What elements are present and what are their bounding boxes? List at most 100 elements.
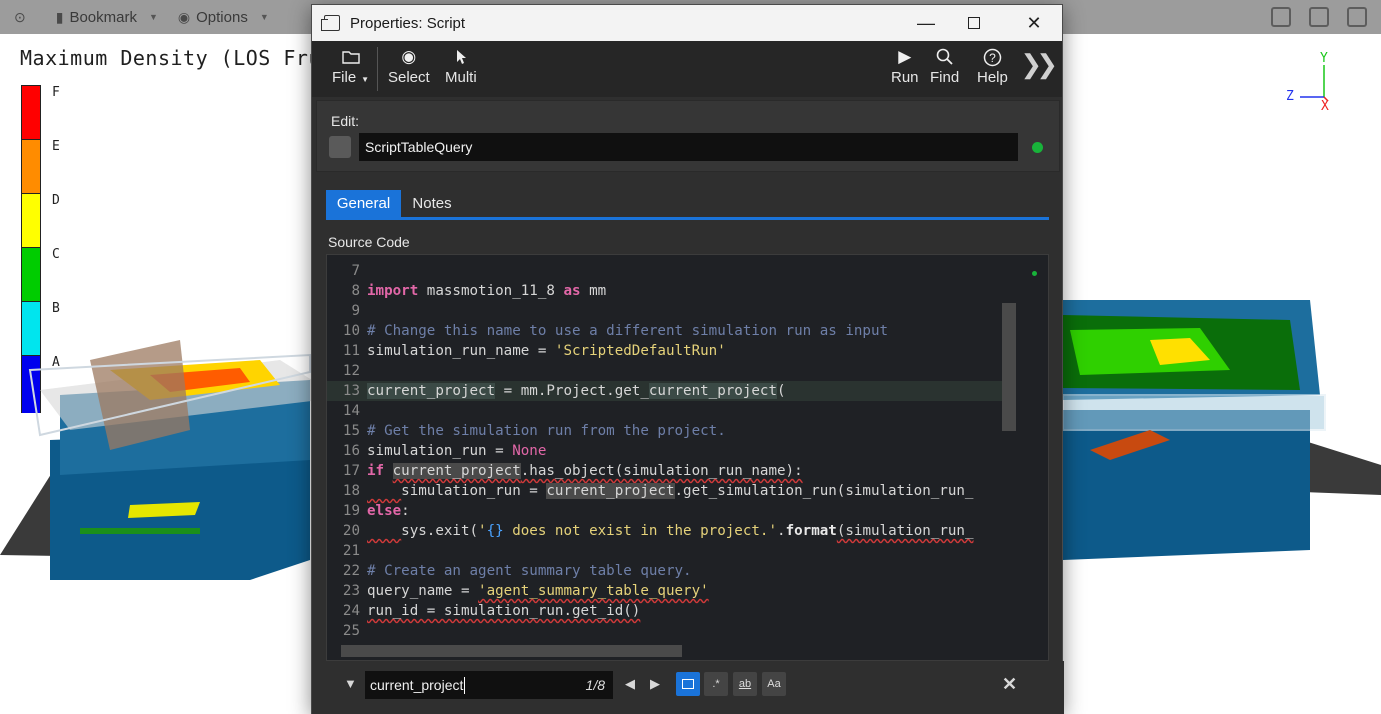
code-line: 25: [327, 621, 1003, 641]
bg-target-button[interactable]: ⊙: [14, 9, 26, 26]
line-number: 14: [342, 403, 360, 419]
line-number: 11: [342, 343, 360, 359]
bookmark-label: Bookmark: [69, 8, 137, 26]
tab-notes[interactable]: Notes: [401, 190, 463, 217]
run-label: Run: [891, 69, 919, 86]
regex-icon: .*: [712, 678, 720, 690]
status-dot: [1032, 271, 1037, 276]
tab-general[interactable]: General: [326, 190, 401, 217]
code-line: 17 if current_project.has_object(simulati…: [327, 461, 1003, 481]
code-line: 16 simulation_run = None: [327, 441, 1003, 461]
match-case-toggle[interactable]: Aa: [762, 672, 786, 696]
whole-word-icon: ab: [738, 678, 752, 690]
code-line: 24 run_id = simulation_run.get_id(): [327, 601, 1003, 621]
overflow-chevron-icon[interactable]: ❯❯: [1020, 49, 1057, 80]
tab-general-label: General: [336, 195, 391, 212]
next-match-icon[interactable]: ▶: [650, 676, 660, 692]
dialog-toolbar: File ▼ ◉ Select Multi ▶ Run Find ? Help …: [312, 41, 1062, 97]
find-button[interactable]: Find: [930, 45, 959, 86]
maximize-icon: [968, 17, 980, 29]
file-label: File: [332, 69, 357, 86]
help-button[interactable]: ? Help: [977, 45, 1008, 86]
minimize-button[interactable]: —: [900, 5, 952, 41]
tab-notes-label: Notes: [412, 195, 452, 212]
code-line: 23 query_name = 'agent_summary_table_quer…: [327, 581, 1003, 601]
select-button[interactable]: ◉ Select: [388, 45, 430, 86]
chevron-down-icon: ▼: [361, 75, 370, 84]
text-cursor: [464, 676, 466, 694]
line-number: 12: [342, 363, 360, 379]
help-icon: ?: [983, 45, 1002, 69]
layout-icon[interactable]: [1347, 7, 1367, 27]
line-number: 18: [342, 483, 360, 499]
file-menu-button[interactable]: File ▼: [332, 45, 369, 86]
previous-match-icon[interactable]: ◀: [625, 676, 635, 692]
code-line: 18 simulation_run = current_project.get_…: [327, 481, 1003, 501]
status-dot: [1032, 142, 1043, 153]
find-input[interactable]: current_project 1/8: [365, 671, 613, 699]
find-bar: ▼ current_project 1/8 ◀ ▶ .* ab Aa ✕: [312, 661, 1064, 714]
find-label: Find: [930, 69, 960, 86]
edit-label: Edit:: [331, 113, 360, 129]
close-find-icon[interactable]: ✕: [1002, 674, 1017, 695]
search-match: current_project: [392, 463, 521, 479]
code-line: 8 import massmotion_11_8 as mm: [327, 281, 1003, 301]
code-line: 7: [327, 261, 1003, 281]
maximize-button[interactable]: [948, 5, 1000, 41]
legend-band-d: [21, 193, 41, 247]
multi-label: Multi: [445, 69, 477, 86]
regex-toggle[interactable]: .*: [704, 672, 728, 696]
chevron-down-icon: ▼: [259, 12, 269, 22]
code-editor[interactable]: 7 8 import massmotion_11_8 as mm 9 10 # Ch…: [326, 254, 1049, 661]
legend-label-d: D: [52, 193, 60, 208]
code-line: 12: [327, 361, 1003, 381]
horizontal-scrollbar[interactable]: [341, 645, 682, 657]
toolbar-separator: [377, 47, 378, 91]
viewport-title: Maximum Density (LOS Fru: [20, 46, 321, 70]
select-in-selection-icon: [682, 679, 694, 689]
line-number: 24: [342, 603, 360, 619]
layout-icon[interactable]: [1309, 7, 1329, 27]
whole-word-toggle[interactable]: ab: [733, 672, 757, 696]
selection-scope-toggle[interactable]: [676, 672, 700, 696]
name-field[interactable]: [359, 133, 1018, 161]
pointer-icon: [455, 45, 467, 69]
layout-icon[interactable]: [1271, 7, 1291, 27]
legend-band-f: [21, 85, 41, 139]
line-number: 22: [342, 563, 360, 579]
search-match: current_project: [648, 383, 777, 399]
target-icon: ⊙: [14, 8, 26, 25]
vertical-scrollbar[interactable]: [1002, 303, 1016, 431]
line-number: 20: [342, 523, 360, 539]
multi-button[interactable]: Multi: [445, 45, 477, 86]
window-icon: [321, 15, 340, 31]
line-number: 15: [342, 423, 360, 439]
axis-y-label: Y: [1320, 51, 1328, 66]
color-swatch[interactable]: [329, 136, 351, 158]
legend-label-e: E: [52, 139, 60, 154]
options-label: Options: [196, 8, 248, 26]
code-text-area[interactable]: 7 8 import massmotion_11_8 as mm 9 10 # Ch…: [327, 261, 1003, 653]
collapse-toggle-icon[interactable]: ▼: [344, 676, 357, 691]
dialog-titlebar[interactable]: Properties: Script — ✕: [312, 5, 1062, 41]
line-number: 25: [342, 623, 360, 639]
options-button[interactable]: ◉ Options ▼: [178, 9, 269, 26]
axis-z-label: Z: [1286, 89, 1294, 104]
close-button[interactable]: ✕: [1008, 5, 1060, 41]
code-line: 21: [327, 541, 1003, 561]
line-number: 8: [351, 283, 360, 299]
search-match: current_project: [546, 483, 675, 499]
line-number: 17: [342, 463, 360, 479]
run-button[interactable]: ▶ Run: [891, 45, 919, 86]
code-line: 9: [327, 301, 1003, 321]
line-number: 16: [342, 443, 360, 459]
chevron-down-icon: ▼: [148, 12, 158, 22]
tab-bar: General Notes: [326, 190, 1049, 220]
select-label: Select: [388, 69, 430, 86]
svg-text:?: ?: [989, 51, 996, 65]
bookmark-button[interactable]: ▮ Bookmark ▼: [56, 9, 158, 26]
radio-target-icon: ◉: [401, 47, 417, 66]
legend-label-f: F: [52, 85, 60, 100]
search-match: current_project: [367, 383, 496, 399]
bookmark-icon: ▮: [55, 8, 64, 25]
